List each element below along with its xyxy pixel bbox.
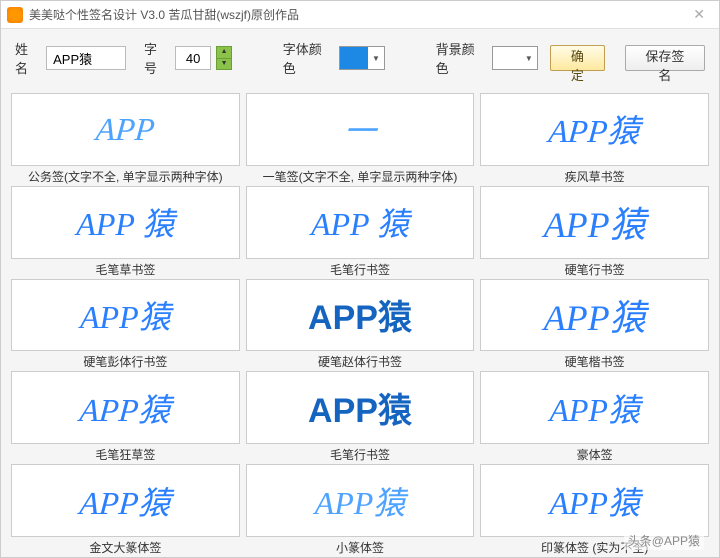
window-title: 美美哒个性签名设计 V3.0 苦瓜甘甜(wszjf)原创作品 — [29, 6, 685, 23]
signature-cell[interactable]: APP 公务签(文字不全, 单字显示两种字体) — [11, 93, 240, 184]
signature-caption: 毛笔草书签 — [11, 259, 240, 277]
signature-preview: APP 猿 — [11, 186, 240, 259]
bg-color-picker[interactable]: ▼ — [492, 46, 538, 70]
signature-text: APP猿 — [547, 106, 642, 152]
signature-cell[interactable]: APP猿毛笔狂草签 — [11, 371, 240, 462]
spinner-down-icon[interactable]: ▼ — [216, 58, 232, 70]
signature-caption: 毛笔行书签 — [246, 444, 475, 462]
watermark: 头条@APP猿 — [624, 531, 704, 550]
signature-text: APP 猿 — [76, 199, 174, 245]
signature-preview: APP猿 — [246, 371, 475, 444]
font-color-picker[interactable]: ▼ — [339, 46, 385, 70]
signature-cell[interactable]: APP 猿毛笔行书签 — [246, 186, 475, 277]
save-button[interactable]: 保存签名 — [625, 45, 705, 71]
signature-text: APP猿 — [308, 290, 412, 339]
font-color-swatch — [340, 47, 368, 69]
confirm-button[interactable]: 确定 — [550, 45, 605, 71]
signature-preview: APP 猿 — [246, 186, 475, 259]
size-label: 字号 — [144, 39, 169, 77]
signature-text: APP — [94, 111, 156, 148]
app-icon — [7, 7, 23, 23]
signature-caption: 硬笔行书签 — [480, 259, 709, 277]
signature-caption: 公务签(文字不全, 单字显示两种字体) — [11, 166, 240, 184]
signature-preview: APP猿 — [480, 93, 709, 166]
bg-color-label: 背景颜色 — [436, 39, 486, 77]
signature-cell[interactable]: APP猿金文大篆体签 — [11, 464, 240, 555]
name-label: 姓名 — [15, 39, 40, 77]
toolbar: 姓名 字号 ▲ ▼ 字体颜色 ▼ 背景颜色 ▼ 确定 保存签名 — [1, 29, 719, 87]
signature-text: APP猿 — [549, 478, 640, 524]
signature-preview: APP猿 — [11, 464, 240, 537]
signature-preview: APP猿 — [480, 186, 709, 259]
signature-caption: 疾风草书签 — [480, 166, 709, 184]
signature-cell[interactable]: APP 猿毛笔草书签 — [11, 186, 240, 277]
signature-preview: APP猿 — [480, 279, 709, 352]
chevron-down-icon: ▼ — [368, 54, 384, 63]
signature-text: 一 — [342, 106, 378, 152]
signature-cell[interactable]: APP猿疾风草书签 — [480, 93, 709, 184]
signature-caption: 毛笔行书签 — [246, 259, 475, 277]
signature-cell[interactable]: APP猿豪体签 — [480, 371, 709, 462]
spinner-up-icon[interactable]: ▲ — [216, 46, 232, 58]
signature-text: APP猿 — [78, 385, 173, 431]
chevron-down-icon: ▼ — [521, 54, 537, 63]
signature-cell[interactable]: 一一笔签(文字不全, 单字显示两种字体) — [246, 93, 475, 184]
signature-caption: 硬笔楷书签 — [480, 351, 709, 369]
close-icon[interactable]: ✕ — [685, 6, 713, 23]
signature-text: APP猿 — [549, 385, 640, 431]
signature-text: APP猿 — [308, 383, 412, 432]
signature-preview: 一 — [246, 93, 475, 166]
signature-grid: APP 公务签(文字不全, 单字显示两种字体) 一一笔签(文字不全, 单字显示两种字… — [11, 93, 709, 555]
signature-text: APP猿 — [544, 289, 646, 341]
app-window: 美美哒个性签名设计 V3.0 苦瓜甘甜(wszjf)原创作品 ✕ 姓名 字号 ▲… — [0, 0, 720, 558]
signature-cell[interactable]: APP猿硬笔赵体行书签 — [246, 279, 475, 370]
signature-preview: APP猿 — [480, 464, 709, 537]
signature-cell[interactable]: APP猿小篆体签 — [246, 464, 475, 555]
signature-caption: 小篆体签 — [246, 537, 475, 555]
signature-grid-area: APP 公务签(文字不全, 单字显示两种字体) 一一笔签(文字不全, 单字显示两种字… — [1, 87, 719, 557]
size-input[interactable] — [175, 46, 211, 70]
signature-cell[interactable]: APP猿毛笔行书签 — [246, 371, 475, 462]
font-color-label: 字体颜色 — [283, 39, 333, 77]
signature-preview: APP猿 — [480, 371, 709, 444]
signature-text: APP猿 — [78, 478, 173, 524]
signature-caption: 硬笔赵体行书签 — [246, 351, 475, 369]
signature-caption: 金文大篆体签 — [11, 537, 240, 555]
signature-text: APP 猿 — [311, 199, 409, 245]
signature-caption: 毛笔狂草签 — [11, 444, 240, 462]
signature-caption: 一笔签(文字不全, 单字显示两种字体) — [246, 166, 475, 184]
signature-preview: APP猿 — [246, 464, 475, 537]
signature-preview: APP猿 — [246, 279, 475, 352]
signature-preview: APP猿 — [11, 371, 240, 444]
signature-cell[interactable]: APP猿硬笔行书签 — [480, 186, 709, 277]
signature-text: APP猿 — [315, 478, 406, 524]
signature-preview: APP — [11, 93, 240, 166]
signature-preview: APP猿 — [11, 279, 240, 352]
signature-cell[interactable]: APP猿硬笔楷书签 — [480, 279, 709, 370]
signature-text: APP猿 — [80, 292, 171, 338]
titlebar: 美美哒个性签名设计 V3.0 苦瓜甘甜(wszjf)原创作品 ✕ — [1, 1, 719, 29]
size-spinner: ▲ ▼ — [216, 46, 232, 70]
signature-caption: 豪体签 — [480, 444, 709, 462]
name-input[interactable] — [46, 46, 126, 70]
signature-caption: 硬笔彭体行书签 — [11, 351, 240, 369]
signature-text: APP猿 — [544, 196, 646, 248]
signature-cell[interactable]: APP猿硬笔彭体行书签 — [11, 279, 240, 370]
bg-color-swatch — [493, 47, 521, 69]
